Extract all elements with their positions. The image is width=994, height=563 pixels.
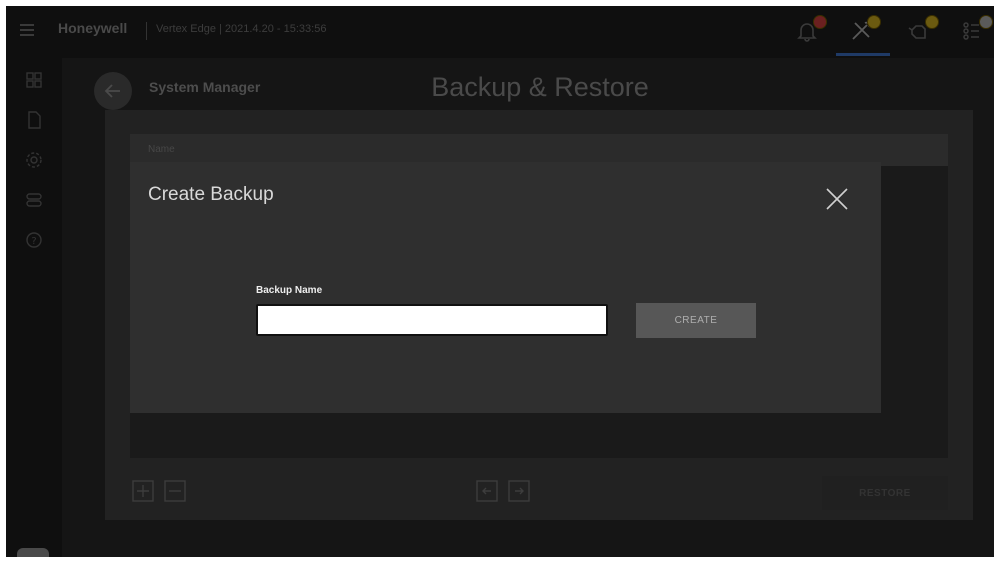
menu-icon[interactable] (20, 24, 34, 36)
list-settings-icon[interactable] (960, 15, 993, 44)
hand-icon[interactable] (906, 15, 939, 44)
notification-badge (979, 15, 993, 29)
create-button[interactable]: CREATE (636, 303, 756, 338)
toggle-icon[interactable] (24, 190, 44, 210)
bell-icon[interactable] (794, 15, 827, 44)
notification-badge (867, 15, 881, 29)
notification-badge (813, 15, 827, 29)
export-icon[interactable] (508, 480, 530, 502)
avatar[interactable]: Adm (17, 548, 49, 557)
remove-icon[interactable] (164, 480, 186, 502)
brand-logo: Honeywell (58, 20, 128, 36)
divider (146, 22, 147, 40)
document-icon[interactable] (24, 110, 44, 130)
sidebar: ? Adm (6, 58, 62, 557)
page-title: Backup & Restore (431, 72, 649, 102)
tools-icon[interactable] (848, 15, 881, 44)
help-icon[interactable]: ? (24, 230, 44, 250)
gear-icon[interactable] (24, 150, 44, 170)
svg-text:?: ? (31, 236, 36, 247)
create-backup-dialog: Create Backup Backup Name CREATE (130, 162, 881, 413)
app-window: Honeywell Vertex Edge | 2021.4.20 - 15:3… (6, 6, 994, 557)
import-icon[interactable] (476, 480, 498, 502)
backup-name-input[interactable] (256, 304, 608, 336)
restore-button[interactable]: RESTORE (822, 476, 948, 510)
notification-badge (925, 15, 939, 29)
column-header-name[interactable]: Name (148, 144, 175, 155)
backup-name-label: Backup Name (256, 285, 323, 296)
app-info: Vertex Edge | 2021.4.20 - 15:33:56 (156, 23, 327, 35)
close-icon[interactable] (822, 184, 852, 214)
dialog-title: Create Backup (148, 184, 274, 205)
top-bar: Honeywell Vertex Edge | 2021.4.20 - 15:3… (6, 6, 994, 58)
active-tab-indicator (836, 53, 890, 56)
add-icon[interactable] (132, 480, 154, 502)
